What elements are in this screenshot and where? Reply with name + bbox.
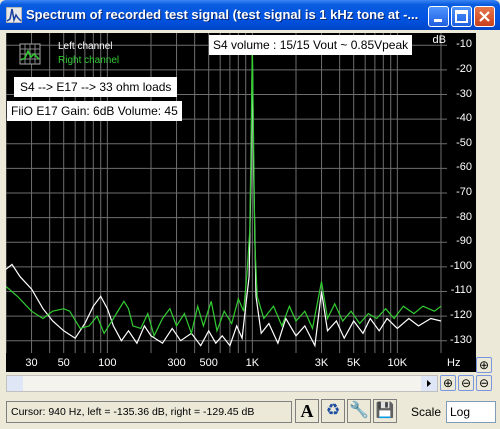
settings-button[interactable]: 🔧 [347, 399, 371, 423]
scroll-left-arrow[interactable] [7, 376, 23, 391]
y-tick-label: -110 [450, 284, 472, 297]
x-tick-label: 300 [167, 357, 186, 369]
save-button[interactable]: 💾 [373, 399, 397, 423]
x-axis-unit-label: Hz [447, 357, 461, 369]
window-title: Spectrum of recorded test signal (test s… [26, 7, 419, 22]
maximize-icon [455, 10, 468, 23]
x-tick-label: 5K [346, 357, 361, 369]
x-tick-label: 10K [387, 357, 408, 369]
x-tick-label: 50 [57, 357, 70, 369]
legend: Left channel Right channel [12, 39, 122, 75]
x-tick-label: 3K [314, 357, 329, 369]
horizontal-scrollbar[interactable] [6, 375, 438, 392]
spectrum-window: Spectrum of recorded test signal (test s… [0, 0, 500, 429]
y-tick-label: -120 [449, 309, 472, 322]
y-axis-ticks: -10 -20 -30 -40 -50 -60 -70 -80 -90 -100 -110 -120 -… [447, 33, 476, 372]
font-button[interactable]: A [295, 399, 319, 423]
x-tick-label: 1K [245, 357, 260, 369]
floppy-disk-icon: 💾 [375, 402, 395, 419]
y-tick-label: -70 [456, 186, 472, 198]
x-axis-ticks: 30 50 100 300 500 1K 3K 5K 10K [6, 355, 476, 372]
scroll-right-button[interactable] [421, 376, 437, 391]
status-bar: Cursor: 940 Hz, left = -135.36 dB, right… [0, 396, 500, 429]
load-annotation: S4 --> E17 --> 33 ohm loads [14, 77, 178, 97]
scale-select[interactable]: Log [446, 401, 496, 423]
title-bar[interactable]: Spectrum of recorded test signal (test s… [0, 0, 500, 30]
x-tick-label: 500 [199, 357, 218, 369]
minimize-icon [434, 19, 442, 22]
reset-button[interactable]: ♻ [321, 399, 345, 423]
minimize-button[interactable] [428, 6, 449, 27]
y-tick-label: -10 [456, 38, 472, 51]
y-tick-label: -30 [456, 87, 472, 100]
close-button[interactable] [474, 6, 495, 27]
y-tick-label: -130 [449, 333, 472, 346]
y-tick-label: -40 [456, 112, 472, 125]
zoom-out-horizontal-button[interactable]: ⊖ [458, 375, 474, 391]
scale-label: Scale [411, 405, 442, 419]
y-tick-label: -50 [456, 136, 472, 149]
y-tick-label: -80 [456, 210, 472, 223]
maximize-button[interactable] [451, 6, 472, 27]
wrench-icon: 🔧 [349, 402, 369, 419]
volume-annotation: S4 volume : 15/15 Vout ~ 0.85Vpeak [209, 35, 413, 55]
legend-left-channel: Left channel [58, 41, 113, 52]
zoom-in-horizontal-button[interactable]: ⊕ [440, 375, 456, 391]
spectrum-plot[interactable]: Left channel Right channel S4 volume : 1… [6, 33, 476, 372]
y-tick-label: -90 [456, 235, 472, 248]
cursor-readout: Cursor: 940 Hz, left = -135.36 dB, right… [6, 401, 292, 423]
y-axis-unit-label: dB [432, 34, 446, 46]
y-tick-label: -20 [456, 62, 472, 75]
zoom-out-vertical-button[interactable]: ⊖ [476, 375, 492, 391]
zoom-in-vertical-button[interactable]: ⊕ [476, 357, 492, 373]
arrow-right-icon [427, 380, 431, 387]
y-tick-label: -100 [449, 259, 472, 272]
close-icon [479, 11, 490, 22]
recycle-icon: ♻ [325, 402, 341, 419]
scroll-thumb[interactable] [24, 376, 424, 391]
x-tick-label: 100 [98, 357, 117, 369]
legend-right-channel: Right channel [58, 55, 120, 66]
app-icon [6, 7, 22, 23]
grid-toggle-icon[interactable] [19, 43, 41, 65]
x-tick-label: 30 [25, 357, 38, 369]
y-tick-label: -60 [456, 161, 472, 174]
device-annotation: FiiO E17 Gain: 6dB Volume: 45 [7, 101, 182, 121]
